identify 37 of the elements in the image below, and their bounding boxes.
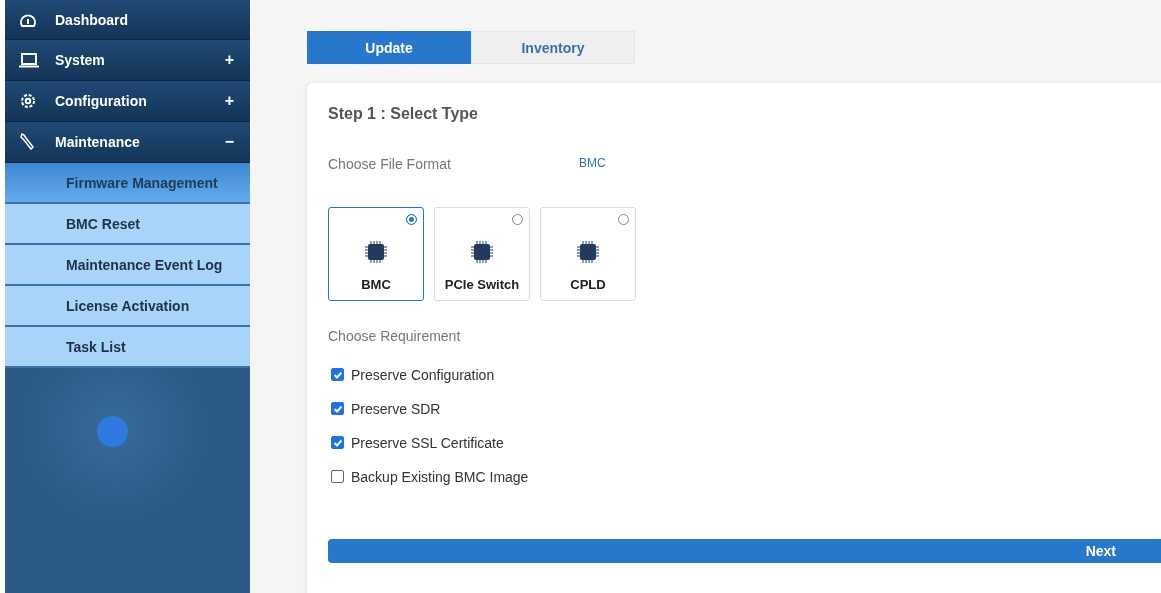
gauge-icon <box>19 11 37 28</box>
checkbox-label: Backup Existing BMC Image <box>351 468 529 485</box>
step-title: Step 1 : Select Type <box>328 105 479 123</box>
chip-icon <box>365 241 387 263</box>
menu-item[interactable]: Configuration + <box>5 81 250 122</box>
radio-button[interactable] <box>512 214 523 225</box>
loading-dot <box>97 416 128 447</box>
gear-icon <box>19 92 37 110</box>
laptop-icon <box>19 52 39 68</box>
radio-button[interactable] <box>406 214 417 225</box>
menu-item[interactable]: Maintenance − <box>5 122 250 163</box>
checkbox[interactable] <box>331 402 344 415</box>
checkbox[interactable] <box>331 470 344 483</box>
checkbox[interactable] <box>331 436 344 449</box>
submenu-item[interactable]: License Activation <box>5 286 250 327</box>
submenu-item[interactable]: Firmware Management <box>5 163 250 204</box>
submenu-item[interactable]: Maintenance Event Log <box>5 245 250 286</box>
field-value: BMC <box>578 156 606 172</box>
field-label: Choose File Format <box>328 156 451 172</box>
type-option[interactable]: CPLD <box>540 207 636 301</box>
chip-icon <box>577 241 599 263</box>
field-label: Choose Requirement <box>328 328 462 344</box>
submenu-item[interactable]: Task List <box>5 327 250 368</box>
type-option[interactable]: PCIe Switch <box>434 207 530 301</box>
checkbox-label: Preserve Configuration <box>351 366 495 383</box>
tab[interactable]: Inventory <box>471 31 635 64</box>
menu-item[interactable]: System + <box>5 40 250 81</box>
checkbox-label: Preserve SDR <box>351 400 441 417</box>
menu-item[interactable]: Dashboard <box>5 0 250 40</box>
checkbox[interactable] <box>331 368 344 381</box>
radio-button[interactable] <box>618 214 629 225</box>
type-option[interactable]: BMC <box>328 207 424 301</box>
checkbox-label: Preserve SSL Certificate <box>351 434 504 451</box>
tab[interactable]: Update <box>307 31 471 64</box>
chip-icon <box>471 241 493 263</box>
next-button[interactable]: Next <box>328 539 1161 563</box>
submenu-item[interactable]: BMC Reset <box>5 204 250 245</box>
